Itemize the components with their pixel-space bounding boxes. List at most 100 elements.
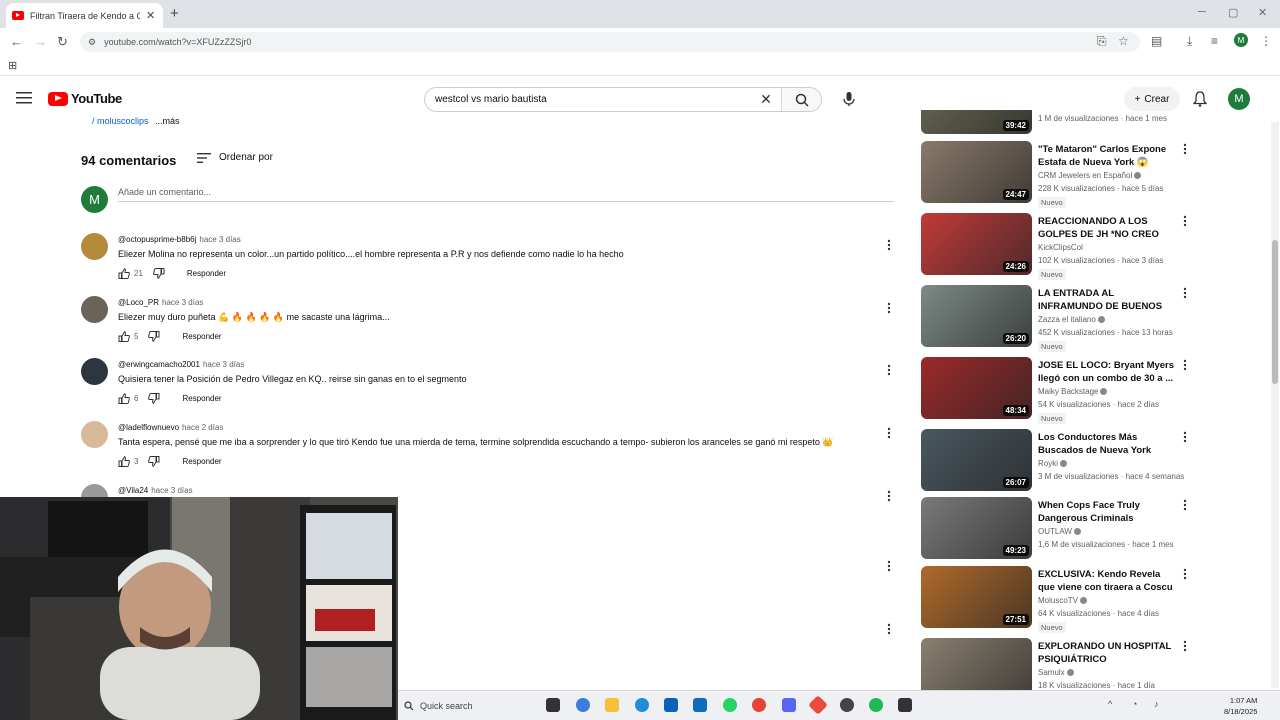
comment-menu-icon[interactable]	[887, 623, 891, 635]
video-thumbnail[interactable]: 39:42	[921, 110, 1032, 134]
file-explorer-icon[interactable]	[605, 698, 619, 712]
like-icon[interactable]	[118, 393, 130, 404]
video-thumbnail[interactable]: 27:51	[921, 566, 1032, 628]
recommended-video[interactable]: 26:07 Los Conductores Más Buscados de Nue…	[921, 429, 1201, 493]
comment-menu-icon[interactable]	[887, 427, 891, 439]
side-panel-icon[interactable]: ▤	[1151, 34, 1162, 48]
bookmark-star-icon[interactable]: ☆	[1118, 34, 1129, 48]
comment-menu-icon[interactable]	[887, 490, 891, 502]
edge-icon[interactable]	[635, 698, 649, 712]
scrollbar-thumb[interactable]	[1272, 240, 1278, 384]
recommended-video[interactable]: 48:34 JOSE EL LOCO: Bryant Myers llegó co…	[921, 357, 1201, 424]
channel-name[interactable]: Zazza el italiano	[1038, 315, 1105, 324]
channel-link-text[interactable]: / moluscoclips	[92, 116, 149, 126]
comment-time[interactable]: hace 3 días	[199, 235, 240, 244]
channel-link[interactable]: / moluscoclips ...más	[92, 116, 180, 126]
install-app-icon[interactable]: ⎘	[1097, 34, 1107, 49]
channel-name[interactable]: Maiky Backstage	[1038, 387, 1108, 396]
commenter-avatar[interactable]	[81, 233, 108, 260]
spotify-icon[interactable]	[869, 698, 883, 712]
address-bar[interactable]: ⚙ youtube.com/watch?v=XFUZzZZSjr0	[80, 32, 1140, 52]
comment-time[interactable]: hace 2 días	[182, 423, 223, 432]
video-title[interactable]: EXCLUSIVA: Kendo Revela que viene con ti…	[1038, 568, 1178, 594]
comment-menu-icon[interactable]	[887, 302, 891, 314]
video-title[interactable]: "Te Mataron" Carlos Expone Estafa de Nue…	[1038, 143, 1178, 169]
commenter-avatar[interactable]	[81, 358, 108, 385]
minimize-icon[interactable]: ─	[1198, 6, 1206, 18]
clear-search-icon[interactable]: ✕	[751, 91, 781, 108]
comment-menu-icon[interactable]	[887, 560, 891, 572]
outlook-icon[interactable]	[693, 698, 707, 712]
like-icon[interactable]	[118, 456, 130, 467]
obs-icon[interactable]	[840, 698, 854, 712]
video-title[interactable]: LA ENTRADA AL INFRAMUNDO DE BUENOS AIRES…	[1038, 287, 1178, 313]
channel-name-text[interactable]: KickClipsCol	[1038, 243, 1083, 252]
download-icon[interactable]: ⤓	[1187, 34, 1192, 49]
maximize-icon[interactable]: ▢	[1228, 6, 1238, 19]
reply-button[interactable]: Responder	[182, 332, 221, 341]
reload-icon[interactable]: ↻	[57, 34, 68, 50]
store-icon[interactable]	[664, 698, 678, 712]
reply-button[interactable]: Responder	[182, 394, 221, 403]
notifications-bell-icon[interactable]	[1193, 91, 1207, 107]
video-thumbnail[interactable]: 26:20	[921, 285, 1032, 347]
video-title[interactable]: REACCIONANDO A LOS GOLPES DE JH *NO CREO…	[1038, 215, 1178, 241]
voice-search-icon[interactable]	[838, 88, 860, 110]
sort-button[interactable]: Ordenar por	[197, 152, 273, 163]
channel-name-text[interactable]: Maiky Backstage	[1038, 387, 1098, 396]
video-thumbnail[interactable]: 49:23	[921, 497, 1032, 559]
taskbar-search[interactable]: Quick search	[404, 697, 524, 715]
video-menu-icon[interactable]	[1183, 499, 1187, 511]
recommended-video[interactable]: 27:51 EXCLUSIVA: Kendo Revela que viene c…	[921, 566, 1201, 633]
browser-tab[interactable]: Filtran Tiraera de Kendo a Cosc ✕	[6, 3, 163, 28]
copilot-icon[interactable]	[576, 698, 590, 712]
like-icon[interactable]	[118, 268, 130, 279]
window-close-icon[interactable]: ✕	[1258, 6, 1267, 19]
channel-name-text[interactable]: MoluscoTV	[1038, 596, 1078, 605]
channel-name-text[interactable]: CRM Jewelers en Español	[1038, 171, 1132, 180]
apps-grid-icon[interactable]: ⊞	[8, 59, 17, 72]
discord-icon[interactable]	[782, 698, 796, 712]
video-menu-icon[interactable]	[1183, 215, 1187, 227]
dislike-icon[interactable]	[148, 456, 160, 467]
video-title[interactable]: EXPLORANDO UN HOSPITAL PSIQUIÁTRICO ABAN…	[1038, 640, 1178, 666]
channel-name[interactable]: Royki	[1038, 459, 1068, 468]
video-menu-icon[interactable]	[1183, 359, 1187, 371]
channel-name[interactable]: Samulx	[1038, 668, 1074, 677]
back-icon[interactable]: ←	[10, 34, 23, 49]
channel-name[interactable]: CRM Jewelers en Español	[1038, 171, 1142, 180]
video-menu-icon[interactable]	[1183, 640, 1187, 652]
search-input[interactable]: westcol vs mario bautista	[435, 94, 751, 105]
tray-expand-icon[interactable]: ^	[1108, 699, 1112, 709]
comment-menu-icon[interactable]	[887, 239, 891, 251]
like-icon[interactable]	[118, 331, 130, 342]
tab-close-icon[interactable]: ✕	[146, 9, 155, 22]
channel-name-text[interactable]: OUTLAW	[1038, 527, 1072, 536]
video-menu-icon[interactable]	[1183, 568, 1187, 580]
comment-time[interactable]: hace 3 días	[203, 360, 244, 369]
account-avatar[interactable]: M	[1228, 88, 1250, 110]
youtube-logo[interactable]: YouTube	[48, 91, 122, 106]
search-button[interactable]	[781, 88, 821, 111]
video-title[interactable]: When Cops Face Truly Dangerous Criminals	[1038, 499, 1178, 525]
dislike-icon[interactable]	[148, 331, 160, 342]
channel-name[interactable]: OUTLAW	[1038, 527, 1081, 536]
site-info-icon[interactable]: ⚙	[88, 37, 96, 48]
channel-name[interactable]: KickClipsCol	[1038, 243, 1083, 252]
recommended-video[interactable]: 26:20 LA ENTRADA AL INFRAMUNDO DE BUENOS …	[921, 285, 1201, 352]
hamburger-menu-icon[interactable]	[16, 92, 32, 104]
comment-author[interactable]: @erwingcamacho2001	[118, 360, 200, 369]
whatsapp-icon[interactable]	[723, 698, 737, 712]
more-link[interactable]: ...más	[155, 116, 180, 126]
anydesk-icon[interactable]	[808, 695, 828, 715]
comment-author[interactable]: @Loco_PR	[118, 298, 159, 307]
scrollbar-track[interactable]	[1271, 122, 1279, 688]
media-control-icon[interactable]: ≡	[1211, 34, 1218, 48]
browser-profile-avatar[interactable]: M	[1234, 33, 1248, 47]
video-thumbnail[interactable]: 24:26	[921, 213, 1032, 275]
channel-name[interactable]: MoluscoTV	[1038, 596, 1088, 605]
channel-name-text[interactable]: Zazza el italiano	[1038, 315, 1096, 324]
app-icon[interactable]	[898, 698, 912, 712]
comment-menu-icon[interactable]	[887, 364, 891, 376]
chrome-icon[interactable]	[752, 698, 766, 712]
